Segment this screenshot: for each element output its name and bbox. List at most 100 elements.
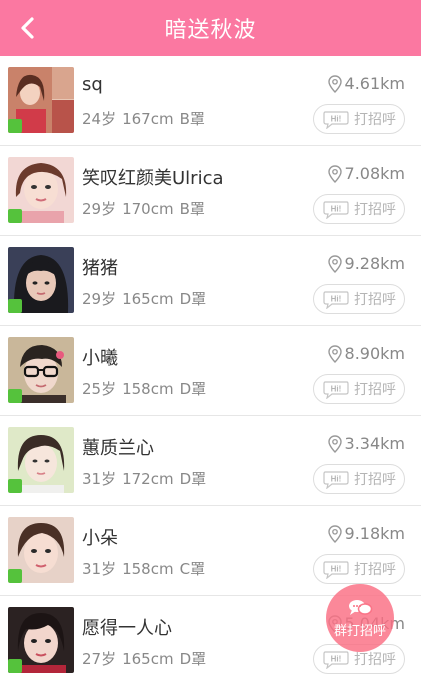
online-status-badge	[8, 659, 22, 673]
user-avatar[interactable]	[8, 157, 74, 223]
user-row[interactable]: 蕙质兰心 31岁 172cm D罩 3.34km Hi! 打招呼	[0, 416, 421, 506]
app-screen: 暗送秋波 sq 24岁 167cm B罩 4.61km Hi! 打招呼 笑叹红颜…	[0, 0, 421, 684]
user-height: 170cm	[122, 200, 174, 218]
group-greet-button[interactable]: 群打招呼	[326, 584, 394, 652]
user-row[interactable]: sq 24岁 167cm B罩 4.61km Hi! 打招呼	[0, 56, 421, 146]
user-info: 25岁 158cm D罩	[82, 378, 212, 399]
online-status-badge	[8, 569, 22, 583]
user-cup: B罩	[179, 110, 205, 128]
svg-text:Hi!: Hi!	[331, 475, 342, 484]
user-avatar[interactable]	[8, 337, 74, 403]
user-name: 小曦	[82, 348, 118, 369]
user-avatar[interactable]	[8, 67, 74, 133]
user-row[interactable]: 小曦 25岁 158cm D罩 8.90km Hi! 打招呼	[0, 326, 421, 416]
greet-button[interactable]: Hi! 打招呼	[313, 464, 405, 494]
chevron-left-icon	[21, 17, 34, 39]
location-pin-icon	[327, 434, 342, 453]
location-pin-icon	[327, 344, 342, 363]
greet-label: 打招呼	[354, 472, 396, 488]
greet-label: 打招呼	[354, 382, 396, 398]
user-height: 165cm	[122, 290, 174, 308]
user-name: 愿得一人心	[82, 618, 172, 639]
user-distance: 7.08km	[327, 164, 405, 183]
user-distance: 8.90km	[327, 344, 405, 363]
user-avatar[interactable]	[8, 517, 74, 583]
user-name: 蕙质兰心	[82, 438, 154, 459]
distance-value: 9.18km	[344, 524, 405, 543]
online-status-badge	[8, 209, 22, 223]
online-status-badge	[8, 479, 22, 493]
user-age: 24岁	[82, 110, 117, 128]
hi-bubble-icon: Hi!	[323, 471, 349, 489]
greet-label: 打招呼	[354, 652, 396, 668]
user-avatar[interactable]	[8, 607, 74, 673]
user-cup: D罩	[179, 290, 207, 308]
user-distance: 3.34km	[327, 434, 405, 453]
greet-label: 打招呼	[354, 202, 396, 218]
distance-value: 9.28km	[344, 254, 405, 273]
svg-text:Hi!: Hi!	[331, 655, 342, 664]
group-greet-label: 群打招呼	[333, 623, 386, 639]
back-button[interactable]	[10, 10, 46, 46]
svg-text:Hi!: Hi!	[331, 205, 342, 214]
greet-button[interactable]: Hi! 打招呼	[313, 194, 405, 224]
greet-button[interactable]: Hi! 打招呼	[313, 104, 405, 134]
user-name: sq	[82, 74, 103, 95]
user-row[interactable]: 小朵 31岁 158cm C罩 9.18km Hi! 打招呼	[0, 506, 421, 596]
user-info: 29岁 165cm D罩	[82, 288, 212, 309]
svg-text:Hi!: Hi!	[331, 565, 342, 574]
distance-value: 4.61km	[344, 74, 405, 93]
location-pin-icon	[327, 74, 342, 93]
hi-bubble-icon: Hi!	[323, 651, 349, 669]
distance-value: 7.08km	[344, 164, 405, 183]
svg-text:Hi!: Hi!	[331, 385, 342, 394]
user-age: 25岁	[82, 380, 117, 398]
hi-bubble-icon: Hi!	[323, 111, 349, 129]
user-cup: C罩	[179, 560, 206, 578]
user-distance: 9.28km	[327, 254, 405, 273]
user-info: 31岁 172cm D罩	[82, 468, 212, 489]
user-row[interactable]: 笑叹红颜美Ulrica 29岁 170cm B罩 7.08km Hi! 打招呼	[0, 146, 421, 236]
user-row[interactable]: 猪猪 29岁 165cm D罩 9.28km Hi! 打招呼	[0, 236, 421, 326]
greet-button[interactable]: Hi! 打招呼	[313, 374, 405, 404]
user-height: 172cm	[122, 470, 174, 488]
user-info: 29岁 170cm B罩	[82, 198, 211, 219]
user-cup: D罩	[179, 650, 207, 668]
user-height: 165cm	[122, 650, 174, 668]
user-info: 31岁 158cm C罩	[82, 558, 211, 579]
user-age: 29岁	[82, 200, 117, 218]
greet-button[interactable]: Hi! 打招呼	[313, 554, 405, 584]
online-status-badge	[8, 299, 22, 313]
chat-bubbles-icon	[349, 599, 373, 615]
user-age: 29岁	[82, 290, 117, 308]
user-avatar[interactable]	[8, 427, 74, 493]
user-height: 158cm	[122, 560, 174, 578]
greet-button[interactable]: Hi! 打招呼	[313, 284, 405, 314]
user-avatar[interactable]	[8, 247, 74, 313]
user-name: 小朵	[82, 528, 118, 549]
user-name: 猪猪	[82, 258, 118, 279]
user-cup: D罩	[179, 380, 207, 398]
online-status-badge	[8, 119, 22, 133]
greet-label: 打招呼	[354, 292, 396, 308]
user-height: 158cm	[122, 380, 174, 398]
hi-bubble-icon: Hi!	[323, 561, 349, 579]
user-age: 31岁	[82, 560, 117, 578]
user-cup: D罩	[179, 470, 207, 488]
svg-text:Hi!: Hi!	[331, 295, 342, 304]
online-status-badge	[8, 389, 22, 403]
user-distance: 9.18km	[327, 524, 405, 543]
svg-text:Hi!: Hi!	[331, 115, 342, 124]
top-bar: 暗送秋波	[0, 0, 421, 56]
user-age: 27岁	[82, 650, 117, 668]
user-height: 167cm	[122, 110, 174, 128]
page-title: 暗送秋波	[164, 18, 257, 43]
location-pin-icon	[327, 524, 342, 543]
user-distance: 4.61km	[327, 74, 405, 93]
hi-bubble-icon: Hi!	[323, 201, 349, 219]
user-info: 24岁 167cm B罩	[82, 108, 211, 129]
greet-label: 打招呼	[354, 562, 396, 578]
greet-label: 打招呼	[354, 112, 396, 128]
location-pin-icon	[327, 254, 342, 273]
user-cup: B罩	[179, 200, 205, 218]
